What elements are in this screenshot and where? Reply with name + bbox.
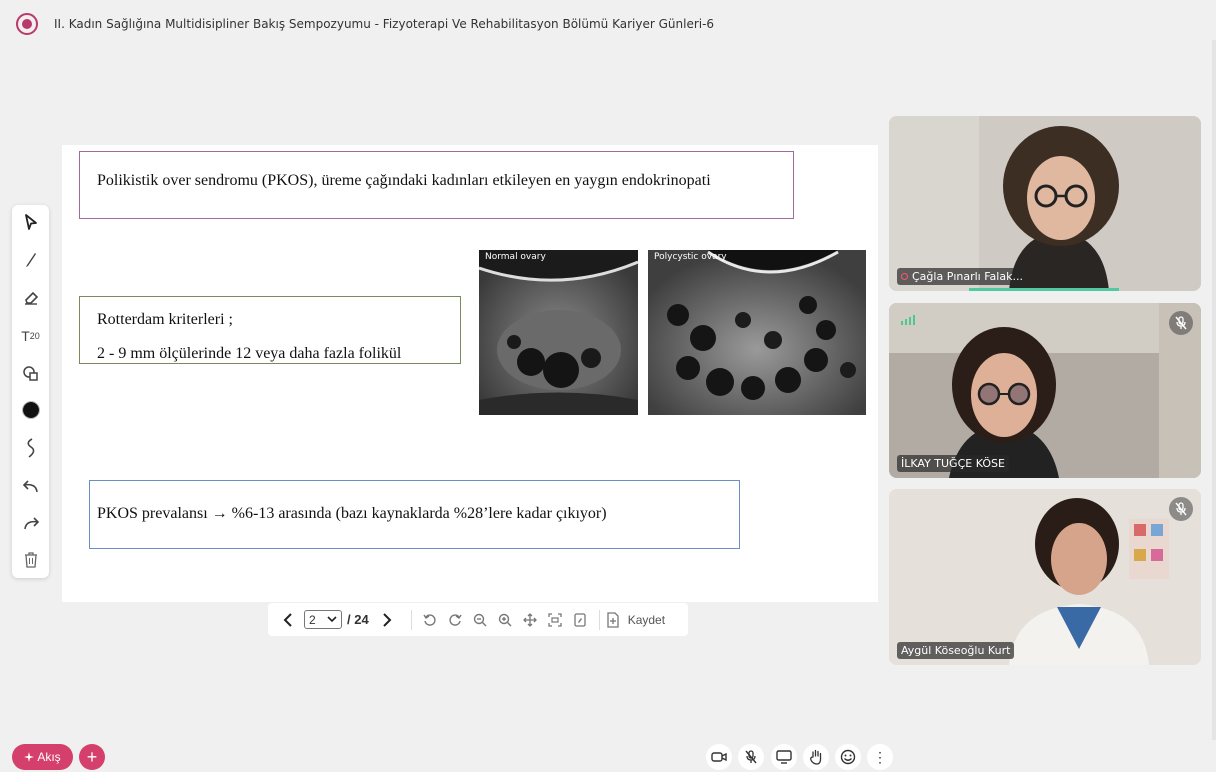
trash-icon[interactable] <box>12 545 49 575</box>
rotate-left-icon[interactable] <box>418 613 443 627</box>
screen-share-button[interactable] <box>771 744 797 770</box>
reactions-button[interactable] <box>835 744 861 770</box>
current-page-value: 2 <box>309 612 316 627</box>
select-icon[interactable] <box>12 207 49 237</box>
microphone-button[interactable] <box>738 744 764 770</box>
meeting-title: II. Kadın Sağlığına Multidisipliner Bakı… <box>54 17 715 31</box>
slide-text-criteria-detail: 2 - 9 mm ölçülerinde 12 veya daha fazla … <box>97 345 402 362</box>
header: II. Kadın Sağlığına Multidisipliner Bakı… <box>0 0 1216 48</box>
add-button[interactable]: + <box>79 744 105 770</box>
annotation-toolbar: T 20 <box>12 205 49 578</box>
microphone-off-icon <box>1169 497 1193 521</box>
curve-icon[interactable] <box>12 433 49 463</box>
pen-icon[interactable] <box>12 245 49 275</box>
next-page-chevron-icon[interactable] <box>377 612 397 627</box>
slide-text-box-criteria: Rotterdam kriterleri ; 2 - 9 mm ölçüleri… <box>79 296 461 364</box>
color-icon[interactable] <box>12 395 49 425</box>
ultrasound-image-polycystic: Polycystic ovary <box>648 250 866 415</box>
participant-tile[interactable]: Çağla Pınarlı Falak... <box>889 116 1201 291</box>
participant-name-tag: İLKAY TUĞÇE KÖSE <box>897 455 1009 472</box>
text-size-letter: T <box>21 328 30 344</box>
prev-page-chevron-icon[interactable] <box>278 612 298 627</box>
divider <box>598 609 600 630</box>
microphone-off-icon <box>745 750 757 764</box>
akis-button[interactable]: Akış <box>12 744 73 770</box>
camera-button[interactable] <box>706 744 732 770</box>
text-size-icon[interactable]: T 20 <box>12 321 49 351</box>
save-button[interactable]: Kaydet <box>606 611 666 628</box>
eraser-icon[interactable] <box>12 283 49 313</box>
slide-text-criteria-title: Rotterdam kriterleri ; <box>97 311 233 328</box>
more-vertical-icon: ⋮ <box>873 748 887 765</box>
text-size-value: 20 <box>29 331 40 341</box>
slide-text-definition: Polikistik over sendromu (PKOS), üreme ç… <box>97 172 711 189</box>
save-file-icon <box>607 611 619 628</box>
move-icon[interactable] <box>518 612 543 627</box>
annotate-document-icon[interactable] <box>568 612 593 627</box>
speaking-indicator <box>969 288 1119 291</box>
participant-name: Aygül Köseoğlu Kurt <box>901 644 1011 657</box>
slide-text-box-prevalence: PKOS prevalansı → %6-13 arasında (bazı k… <box>89 480 740 549</box>
total-pages: / 24 <box>347 612 369 627</box>
participant-video <box>889 116 1201 291</box>
save-label: Kaydet <box>627 612 666 627</box>
rotate-right-icon[interactable] <box>443 613 468 627</box>
participant-name: Çağla Pınarlı Falak... <box>912 270 1023 283</box>
page-select[interactable]: 2 <box>304 610 342 629</box>
plus-icon: + <box>86 746 98 767</box>
divider <box>410 609 412 630</box>
redo-icon[interactable] <box>12 508 49 538</box>
participant-video <box>889 489 1201 665</box>
scrollbar-track[interactable] <box>1212 40 1216 740</box>
flower-logo-icon <box>16 13 38 35</box>
participant-name-tag: Çağla Pınarlı Falak... <box>897 268 1027 285</box>
slide-text-box-definition: Polikistik over sendromu (PKOS), üreme ç… <box>79 151 794 219</box>
emoji-icon <box>840 749 856 765</box>
page-navigation-bar: 2 / 24 Kaydet <box>268 603 688 636</box>
signal-strength-icon <box>901 315 915 325</box>
microphone-off-icon <box>1169 311 1193 335</box>
participant-tile[interactable]: Aygül Köseoğlu Kurt <box>889 489 1201 665</box>
camera-icon <box>711 752 727 762</box>
raise-hand-button[interactable] <box>803 744 829 770</box>
shapes-icon[interactable] <box>12 359 49 389</box>
zoom-out-icon[interactable] <box>468 613 493 627</box>
zoom-in-icon[interactable] <box>493 613 518 627</box>
recording-dot-icon <box>901 273 908 280</box>
hand-icon <box>810 749 822 765</box>
participant-video <box>889 303 1201 478</box>
presentation-slide[interactable]: Polikistik over sendromu (PKOS), üreme ç… <box>62 145 878 602</box>
ultrasound-image-normal: Normal ovary <box>479 250 638 415</box>
sparkle-icon <box>24 752 35 762</box>
slide-text-prevalence: PKOS prevalansı → %6-13 arasında (bazı k… <box>97 505 607 522</box>
image-label-polycystic: Polycystic ovary <box>654 252 727 262</box>
akis-label: Akış <box>37 750 61 764</box>
more-options-button[interactable]: ⋮ <box>867 744 893 770</box>
undo-icon[interactable] <box>12 471 49 501</box>
screen-share-icon <box>776 750 792 764</box>
chevron-down-icon <box>327 616 337 623</box>
image-label-normal: Normal ovary <box>485 252 546 262</box>
participant-name-tag: Aygül Köseoğlu Kurt <box>897 642 1015 659</box>
participant-tile[interactable]: İLKAY TUĞÇE KÖSE <box>889 303 1201 478</box>
fit-screen-icon[interactable] <box>543 612 568 627</box>
participant-name: İLKAY TUĞÇE KÖSE <box>901 457 1005 470</box>
